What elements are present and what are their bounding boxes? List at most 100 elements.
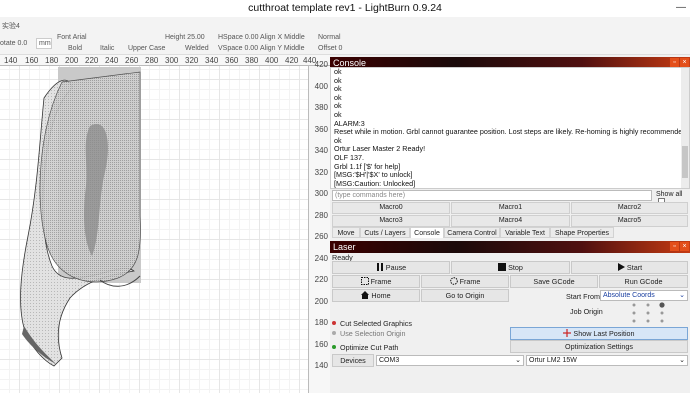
crosshair-icon (563, 329, 572, 337)
vspace-field[interactable]: VSpace 0.00 (218, 45, 258, 52)
cut-selected-checkbox[interactable]: Cut Selected Graphics (332, 319, 412, 328)
v-tick: 340 (314, 146, 328, 155)
text-toolbar: otate 0.0 mm Font Arial Bold Italic Uppe… (0, 33, 690, 55)
v-tick: 320 (314, 168, 328, 177)
frame-label-2: Frame (459, 277, 481, 286)
close-icon[interactable]: × (680, 242, 689, 251)
macro-button[interactable]: Macro2 (571, 202, 688, 214)
h-tick: 160 (25, 56, 39, 65)
macro-button[interactable]: Macro4 (451, 215, 570, 227)
welded-checkbox[interactable]: Welded (185, 45, 209, 52)
stop-button[interactable]: Stop (451, 261, 570, 274)
console-line: ok (334, 101, 342, 111)
h-tick: 220 (85, 56, 99, 65)
float-icon[interactable]: ▫ (670, 58, 679, 67)
frame-circle-icon (449, 277, 458, 285)
device-value: Ortur LM2 15W (529, 357, 577, 364)
h-tick: 300 (165, 56, 179, 65)
tab-shape-properties[interactable]: Shape Properties (550, 227, 614, 238)
v-tick: 300 (314, 189, 328, 198)
upper-case-checkbox[interactable]: Upper Case (128, 45, 165, 52)
macro-button[interactable]: Macro0 (332, 202, 450, 214)
start-button[interactable]: Start (571, 261, 688, 274)
chevron-down-icon: ⌄ (515, 357, 521, 364)
macro-button[interactable]: Macro1 (451, 202, 570, 214)
status-dot-icon (332, 321, 336, 325)
height-field[interactable]: Height 25.00 (165, 34, 205, 41)
tab-variable-text[interactable]: Variable Text (500, 227, 550, 238)
frame-button[interactable]: Frame (332, 275, 420, 288)
macro-button[interactable]: Macro3 (332, 215, 450, 227)
h-tick: 180 (45, 56, 59, 65)
go-to-origin-button[interactable]: Go to Origin (421, 289, 509, 302)
devices-button[interactable]: Devices (332, 354, 374, 367)
macro-button[interactable]: Macro5 (571, 215, 688, 227)
console-line: ok (334, 92, 342, 102)
show-last-position-label: Show Last Position (573, 329, 635, 338)
v-tick: 140 (314, 361, 328, 370)
design-canvas[interactable] (0, 66, 308, 393)
h-tick: 200 (65, 56, 79, 65)
job-origin-label: Job Origin (570, 307, 603, 316)
h-tick: 420 (285, 56, 299, 65)
optimization-settings-button[interactable]: Optimization Settings (510, 340, 688, 353)
h-tick: 400 (265, 56, 279, 65)
optimize-cut-path-checkbox[interactable]: Optimize Cut Path (332, 343, 398, 352)
align-x-selector[interactable]: Align X Middle (260, 34, 305, 41)
unit-selector[interactable]: mm (36, 38, 52, 49)
italic-checkbox[interactable]: Italic (100, 45, 114, 52)
status-dot-icon (332, 345, 336, 349)
console-scrollbar[interactable] (681, 68, 689, 188)
show-all-label: Show all (656, 191, 683, 198)
console-output[interactable]: ok ok ok ok ok ok ALARM:3 Reset while in… (330, 67, 690, 189)
use-selection-origin-checkbox[interactable]: Use Selection Origin (332, 329, 406, 338)
tab-cuts-layers[interactable]: Cuts / Layers (360, 227, 410, 238)
home-button[interactable]: Home (332, 289, 420, 302)
h-tick: 140 (4, 56, 18, 65)
chevron-down-icon: ⌄ (679, 357, 685, 364)
close-icon[interactable]: × (680, 58, 689, 67)
text-mode-selector[interactable]: Normal (318, 34, 341, 41)
save-gcode-button[interactable]: Save GCode (510, 275, 598, 288)
align-y-selector[interactable]: Align Y Middle (260, 45, 305, 52)
h-tick: 340 (205, 56, 219, 65)
v-tick: 400 (314, 82, 328, 91)
hspace-field[interactable]: HSpace 0.00 (218, 34, 258, 41)
bold-checkbox[interactable]: Bold (68, 45, 82, 52)
float-icon[interactable]: ▫ (670, 242, 679, 251)
console-line: ok (334, 75, 342, 85)
tab-console[interactable]: Console (410, 227, 444, 238)
stop-icon (498, 263, 507, 271)
device-select[interactable]: Ortur LM2 15W ⌄ (526, 355, 688, 366)
tab-camera-control[interactable]: Camera Control (444, 227, 500, 238)
console-line: ok (334, 188, 342, 189)
v-tick: 260 (314, 232, 328, 241)
port-select[interactable]: COM3 ⌄ (376, 355, 524, 366)
v-tick: 180 (314, 318, 328, 327)
font-selector[interactable]: Font Arial (57, 34, 87, 41)
stop-label: Stop (508, 263, 523, 272)
pause-button[interactable]: Pause (332, 261, 450, 274)
v-tick: 220 (314, 275, 328, 284)
engraving-artwork[interactable] (0, 66, 308, 393)
optimize-cut-path-label: Optimize Cut Path (340, 343, 399, 352)
v-tick: 240 (314, 254, 328, 263)
frame-rubber-band-button[interactable]: Frame (421, 275, 509, 288)
scrollbar-thumb[interactable] (682, 146, 688, 178)
run-gcode-button[interactable]: Run GCode (599, 275, 688, 288)
offset-field[interactable]: Offset 0 (318, 45, 342, 52)
job-origin-grid[interactable] (630, 302, 666, 324)
command-input[interactable]: (type commands here) (332, 190, 652, 201)
right-dock-panel: Console ▫ × ok ok ok ok ok ok ALARM:3 Re… (330, 55, 690, 393)
start-label: Start (626, 263, 643, 272)
console-line: [MSG:Caution: Unlocked] (334, 178, 416, 188)
start-from-select[interactable]: Absolute Coords ⌄ (600, 290, 688, 301)
console-line: Ortur Laser Master 2 Ready! (334, 144, 426, 154)
v-tick: 380 (314, 103, 328, 112)
tab-move[interactable]: Move (332, 227, 360, 238)
rotate-field[interactable]: otate 0.0 (0, 40, 27, 47)
v-tick: 280 (314, 211, 328, 220)
minimize-button[interactable]: — (676, 2, 686, 13)
show-last-position-button[interactable]: Show Last Position (510, 327, 688, 340)
toolbar-top-label[interactable]: 实验4 (2, 21, 20, 31)
